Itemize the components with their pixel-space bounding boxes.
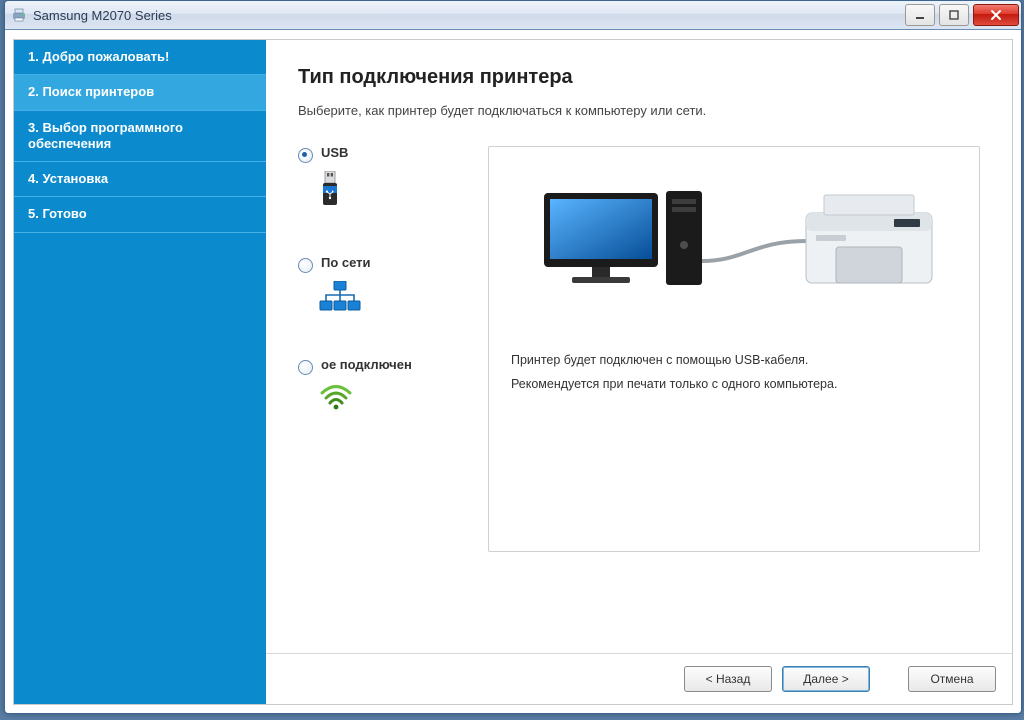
client-area: 1. Добро пожаловать! 2. Поиск принтеров …	[13, 39, 1013, 705]
option-network[interactable]: По сети	[298, 256, 468, 316]
option-usb[interactable]: USB	[298, 146, 468, 214]
close-button[interactable]	[973, 4, 1019, 26]
connection-options: USB	[298, 146, 468, 456]
description-line-2: Рекомендуется при печати только с одного…	[511, 377, 957, 391]
back-button[interactable]: < Назад	[684, 666, 772, 692]
main-panel: Тип подключения принтера Выберите, как п…	[266, 40, 1012, 654]
page-subtitle: Выберите, как принтер будет подключаться…	[298, 103, 980, 118]
option-wireless-label: ое подключен	[321, 358, 412, 373]
connection-diagram	[511, 169, 957, 343]
sidebar-item-label: 2. Поиск принтеров	[28, 84, 154, 99]
radio-usb[interactable]	[298, 148, 313, 163]
wifi-icon	[319, 383, 468, 414]
cancel-button[interactable]: Отмена	[908, 666, 996, 692]
option-network-label: По сети	[321, 256, 371, 271]
usb-icon	[319, 171, 468, 214]
maximize-button[interactable]	[939, 4, 969, 26]
installer-window: Samsung M2070 Series 1. Добро пожаловать…	[4, 0, 1022, 714]
back-button-label: < Назад	[706, 672, 751, 686]
next-button-label: Далее >	[803, 672, 849, 686]
cancel-button-label: Отмена	[930, 672, 973, 686]
sidebar-item-label: 1. Добро пожаловать!	[28, 49, 169, 64]
sidebar-item-label: 4. Установка	[28, 171, 108, 186]
sidebar-item-label: 5. Готово	[28, 206, 87, 221]
sidebar-item-label: 3. Выбор программного обеспечения	[28, 120, 183, 151]
option-wireless[interactable]: ое подключен	[298, 358, 468, 414]
radio-network[interactable]	[298, 258, 313, 273]
option-usb-label: USB	[321, 146, 348, 161]
description-line-1: Принтер будет подключен с помощью USB-ка…	[511, 353, 957, 367]
wizard-footer: < Назад Далее > Отмена	[266, 653, 1012, 704]
page-heading: Тип подключения принтера	[298, 66, 980, 89]
wizard-steps-sidebar: 1. Добро пожаловать! 2. Поиск принтеров …	[14, 40, 266, 704]
radio-wireless[interactable]	[298, 360, 313, 375]
sidebar-item-search-printers[interactable]: 2. Поиск принтеров	[14, 75, 266, 110]
connection-description-panel: Принтер будет подключен с помощью USB-ка…	[488, 146, 980, 552]
next-button[interactable]: Далее >	[782, 666, 870, 692]
network-icon	[319, 281, 468, 316]
minimize-button[interactable]	[905, 4, 935, 26]
window-title: Samsung M2070 Series	[33, 8, 901, 23]
sidebar-item-welcome[interactable]: 1. Добро пожаловать!	[14, 40, 266, 75]
sidebar-item-software-selection[interactable]: 3. Выбор программного обеспечения	[14, 111, 266, 163]
sidebar-item-install[interactable]: 4. Установка	[14, 162, 266, 197]
sidebar-item-done[interactable]: 5. Готово	[14, 197, 266, 232]
printer-icon	[11, 7, 27, 23]
titlebar[interactable]: Samsung M2070 Series	[5, 1, 1021, 30]
